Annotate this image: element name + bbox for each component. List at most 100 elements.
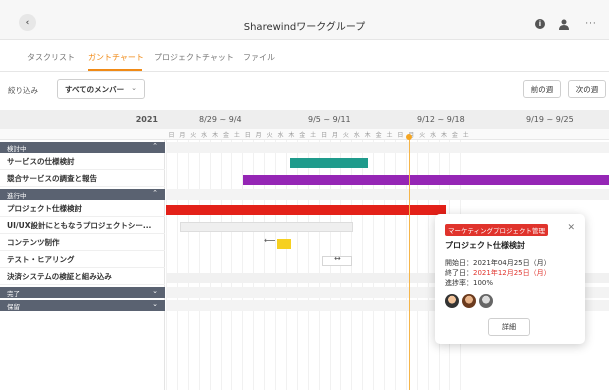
day-label: 水 bbox=[201, 132, 208, 139]
info-icon[interactable]: i bbox=[534, 18, 546, 30]
task-detail-popup: マーケティングプロジェクト管理 ✕ プロジェクト仕様検討 開始日：2021年04… bbox=[435, 214, 585, 344]
assignee-avatars bbox=[445, 294, 493, 308]
grid-line bbox=[231, 140, 233, 390]
app-header: ‹ Sharewindワークグループ i ··· bbox=[0, 0, 609, 40]
chevron-down-icon: ⌄ bbox=[152, 287, 158, 295]
week-label: 9/5 ~ 9/11 bbox=[308, 115, 351, 124]
resize-arrow-icon: ↔ bbox=[334, 254, 341, 263]
timeline-header: 2021 8/29 ~ 9/4 9/5 ~ 9/11 9/12 ~ 9/18 9… bbox=[0, 110, 609, 129]
active-tab-indicator bbox=[88, 69, 142, 71]
tab-project-chat[interactable]: プロジェクトチャット bbox=[154, 52, 234, 63]
day-label: 火 bbox=[266, 132, 273, 139]
chevron-up-icon: ⌃ bbox=[152, 142, 158, 150]
end-date-label: 終了日： bbox=[445, 269, 473, 277]
end-date: 終了日：2021年12月25日（月） bbox=[445, 268, 551, 278]
prev-week-button[interactable]: 前の週 bbox=[523, 80, 561, 98]
task-row[interactable]: コンテンツ制作 bbox=[0, 234, 165, 251]
chevron-down-icon: ⌄ bbox=[152, 300, 158, 308]
grid-line bbox=[220, 140, 222, 390]
day-label: 木 bbox=[440, 132, 447, 139]
member-filter-select[interactable]: すべてのメンバー ⌄ bbox=[57, 79, 145, 99]
tab-task-list[interactable]: タスクリスト bbox=[27, 52, 75, 63]
gantt-bar-project-spec[interactable] bbox=[166, 205, 446, 215]
group-header-hold[interactable]: 保留 ⌄ bbox=[0, 300, 165, 311]
task-row[interactable]: テスト・ヒアリング bbox=[0, 251, 165, 268]
task-list-column: 検討中 ⌃ サービスの仕様検討 競合サービスの調査と報告 進行中 ⌃ プロジェク… bbox=[0, 140, 165, 390]
day-label: 日 bbox=[168, 132, 175, 139]
gantt-bar-uiux-design[interactable] bbox=[180, 222, 353, 232]
week-label: 8/29 ~ 9/4 bbox=[199, 115, 242, 124]
avatar[interactable] bbox=[462, 294, 476, 308]
day-label: 月 bbox=[331, 132, 338, 139]
task-row[interactable]: プロジェクト仕様検討 bbox=[0, 200, 165, 217]
group-label: 進行中 bbox=[7, 191, 27, 200]
day-label: 土 bbox=[462, 132, 469, 139]
day-label: 水 bbox=[353, 132, 360, 139]
day-label: 木 bbox=[212, 132, 219, 139]
grid-line bbox=[198, 140, 200, 390]
gantt-bar-content-production[interactable] bbox=[277, 239, 291, 249]
task-row[interactable]: 競合サービスの調査と報告 bbox=[0, 170, 165, 187]
group-label: 検討中 bbox=[7, 144, 27, 153]
tab-bar: タスクリスト ガントチャート プロジェクトチャット ファイル bbox=[0, 40, 609, 72]
day-label: 土 bbox=[310, 132, 317, 139]
group-header-review[interactable]: 検討中 ⌃ bbox=[0, 142, 165, 153]
close-icon[interactable]: ✕ bbox=[567, 223, 575, 233]
page-title: Sharewindワークグループ bbox=[243, 22, 366, 33]
member-filter-value: すべてのメンバー bbox=[65, 84, 125, 94]
day-label: 木 bbox=[288, 132, 295, 139]
arrow-left-icon: ⟵ bbox=[264, 236, 276, 245]
week-label: 9/19 ~ 9/25 bbox=[526, 115, 574, 124]
day-label: 金 bbox=[222, 132, 229, 139]
start-date: 開始日：2021年04月25日（月） bbox=[445, 259, 551, 267]
chevron-up-icon: ⌃ bbox=[152, 189, 158, 197]
today-line bbox=[409, 136, 410, 390]
task-row[interactable]: サービスの仕様検討 bbox=[0, 153, 165, 170]
more-icon[interactable]: ··· bbox=[585, 18, 597, 30]
next-week-button[interactable]: 次の週 bbox=[568, 80, 606, 98]
day-label: 土 bbox=[386, 132, 393, 139]
day-label: 金 bbox=[451, 132, 458, 139]
today-marker bbox=[406, 134, 412, 140]
project-badge: マーケティングプロジェクト管理 bbox=[445, 224, 548, 236]
end-date-value: 2021年12月25日（月） bbox=[473, 269, 551, 277]
tab-gantt-chart[interactable]: ガントチャート bbox=[88, 52, 144, 63]
chevron-down-icon: ⌄ bbox=[131, 84, 137, 92]
grid-line bbox=[209, 140, 211, 390]
user-icon[interactable] bbox=[558, 18, 570, 30]
day-label: 日 bbox=[321, 132, 328, 139]
day-label: 金 bbox=[375, 132, 382, 139]
day-label: 火 bbox=[342, 132, 349, 139]
task-row[interactable]: 決済システムの検証と組み込み bbox=[0, 268, 165, 285]
group-band bbox=[166, 189, 609, 200]
day-label: 水 bbox=[277, 132, 284, 139]
group-label: 保留 bbox=[7, 302, 20, 311]
day-label: 火 bbox=[419, 132, 426, 139]
day-label: 日 bbox=[244, 132, 251, 139]
group-header-active[interactable]: 進行中 ⌃ bbox=[0, 189, 165, 200]
avatar[interactable] bbox=[445, 294, 459, 308]
day-label: 火 bbox=[190, 132, 197, 139]
year-label: 2021 bbox=[135, 115, 158, 124]
day-label: 日 bbox=[397, 132, 404, 139]
task-row[interactable]: UI/UX設計にともなうプロジェクトシー... bbox=[0, 217, 165, 234]
grid-line bbox=[176, 140, 178, 390]
week-label: 9/12 ~ 9/18 bbox=[417, 115, 465, 124]
tab-files[interactable]: ファイル bbox=[243, 52, 275, 63]
day-label: 木 bbox=[364, 132, 371, 139]
gantt-bar-competitor-research[interactable] bbox=[243, 175, 609, 185]
gantt-bar-service-spec[interactable] bbox=[290, 158, 368, 168]
popup-task-title: プロジェクト仕様検討 bbox=[445, 241, 525, 250]
avatar[interactable] bbox=[479, 294, 493, 308]
day-row: 日月火水木金土日月火水木金土日月火水木金土日月火水木金土 bbox=[0, 129, 609, 140]
day-label: 月 bbox=[179, 132, 186, 139]
day-label: 金 bbox=[299, 132, 306, 139]
detail-button[interactable]: 詳細 bbox=[488, 318, 530, 336]
grid-line bbox=[187, 140, 189, 390]
group-header-done[interactable]: 完了 ⌄ bbox=[0, 287, 165, 298]
progress-rate: 進捗率：100% bbox=[445, 279, 494, 287]
day-label: 月 bbox=[255, 132, 262, 139]
group-label: 完了 bbox=[7, 289, 20, 298]
day-label: 土 bbox=[233, 132, 240, 139]
grid-line bbox=[166, 140, 167, 390]
